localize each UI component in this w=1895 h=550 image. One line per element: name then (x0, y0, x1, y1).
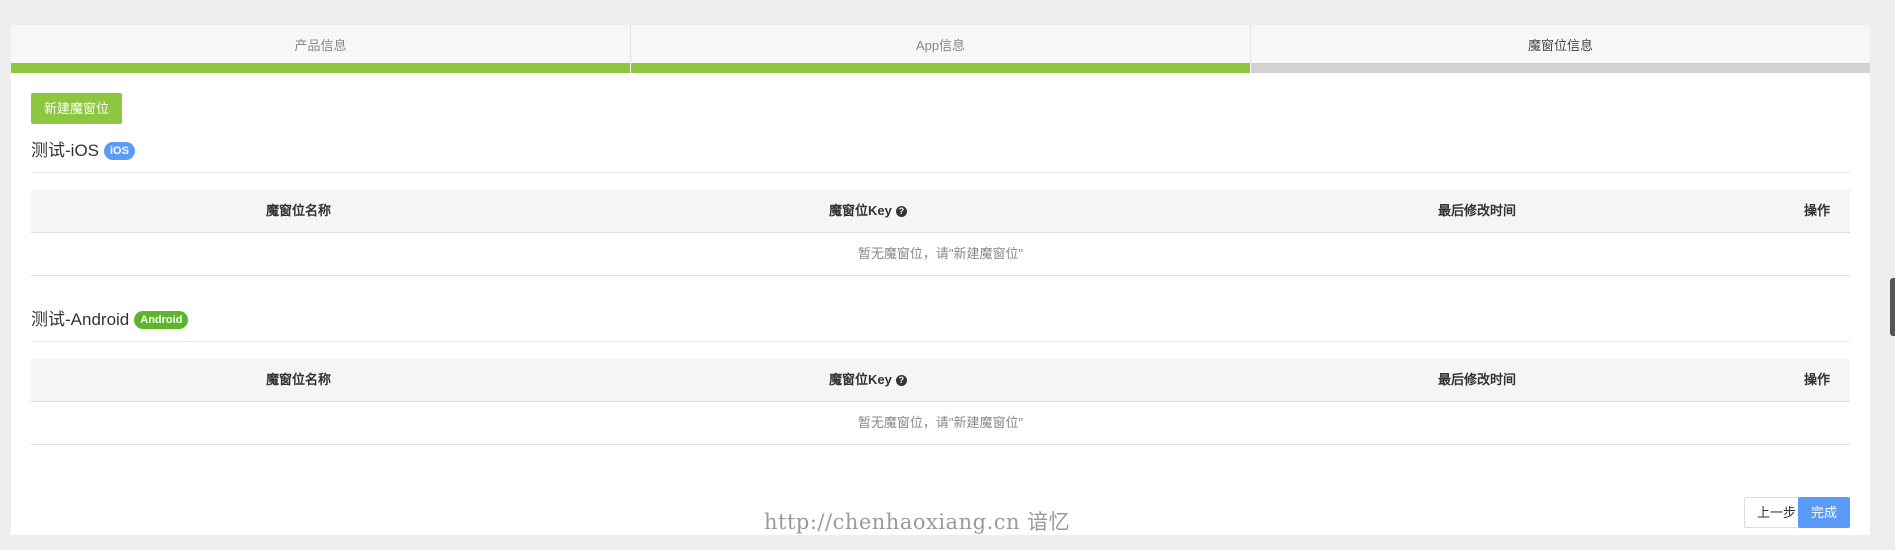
step-mowindow-info[interactable]: 魔窗位信息 (1251, 25, 1870, 73)
col-key-label: 魔窗位Key (829, 372, 892, 387)
section-android: 测试-Android Android 魔窗位名称 魔窗位Key ? 最后修改时间… (31, 307, 1850, 445)
col-key-header: 魔窗位Key ? (829, 359, 907, 401)
section-divider (31, 172, 1850, 173)
step-product-info[interactable]: 产品信息 (11, 25, 631, 73)
empty-row: 暂无魔窗位，请"新建魔窗位" (31, 233, 1850, 276)
mowindow-table: 魔窗位名称 魔窗位Key ? 最后修改时间 操作 暂无魔窗位，请"新建魔窗位" (31, 190, 1850, 276)
section-title-text: 测试-Android (31, 310, 130, 329)
table-header: 魔窗位名称 魔窗位Key ? 最后修改时间 操作 (31, 359, 1850, 402)
mowindow-table: 魔窗位名称 魔窗位Key ? 最后修改时间 操作 暂无魔窗位，请"新建魔窗位" (31, 359, 1850, 445)
table-header: 魔窗位名称 魔窗位Key ? 最后修改时间 操作 (31, 190, 1850, 233)
step-label: 魔窗位信息 (1527, 37, 1593, 53)
section-ios: 测试-iOS iOS 魔窗位名称 魔窗位Key ? 最后修改时间 操作 暂无魔窗… (31, 138, 1850, 276)
step-progress-bar (631, 63, 1250, 73)
step-label: 产品信息 (294, 37, 347, 53)
step-app-info[interactable]: App信息 (631, 25, 1251, 73)
section-title-text: 测试-iOS (31, 141, 99, 160)
section-divider (31, 341, 1850, 342)
new-mowindow-button[interactable]: 新建魔窗位 (31, 93, 123, 124)
col-actions-header: 操作 (1804, 203, 1831, 218)
side-scroll-handle[interactable] (1890, 278, 1895, 336)
empty-row: 暂无魔窗位，请"新建魔窗位" (31, 402, 1850, 445)
android-badge: Android (134, 311, 189, 329)
col-actions-header: 操作 (1804, 372, 1831, 387)
step-progress-bar (11, 63, 630, 73)
ios-badge: iOS (104, 142, 135, 160)
step-tabs: 产品信息 App信息 魔窗位信息 (11, 25, 1870, 73)
watermark-text: http://chenhaoxiang.cn 谙忆 (764, 510, 1071, 534)
question-circle-icon[interactable]: ? (895, 205, 907, 217)
col-name-header: 魔窗位名称 (266, 372, 332, 387)
section-title: 测试-iOS iOS (31, 138, 1850, 164)
step-label: App信息 (915, 37, 966, 53)
col-key-header: 魔窗位Key ? (829, 190, 907, 232)
step-progress-bar (1251, 63, 1870, 73)
wizard-panel: 产品信息 App信息 魔窗位信息 新建魔窗位 测试-iOS iOS 魔窗位名称 (11, 25, 1870, 535)
section-title: 测试-Android Android (31, 307, 1850, 333)
finish-button[interactable]: 完成 (1797, 497, 1850, 528)
col-name-header: 魔窗位名称 (266, 203, 332, 218)
col-modified-header: 最后修改时间 (1438, 372, 1517, 387)
col-key-label: 魔窗位Key (829, 203, 892, 218)
col-modified-header: 最后修改时间 (1438, 203, 1517, 218)
question-circle-icon[interactable]: ? (895, 374, 907, 386)
